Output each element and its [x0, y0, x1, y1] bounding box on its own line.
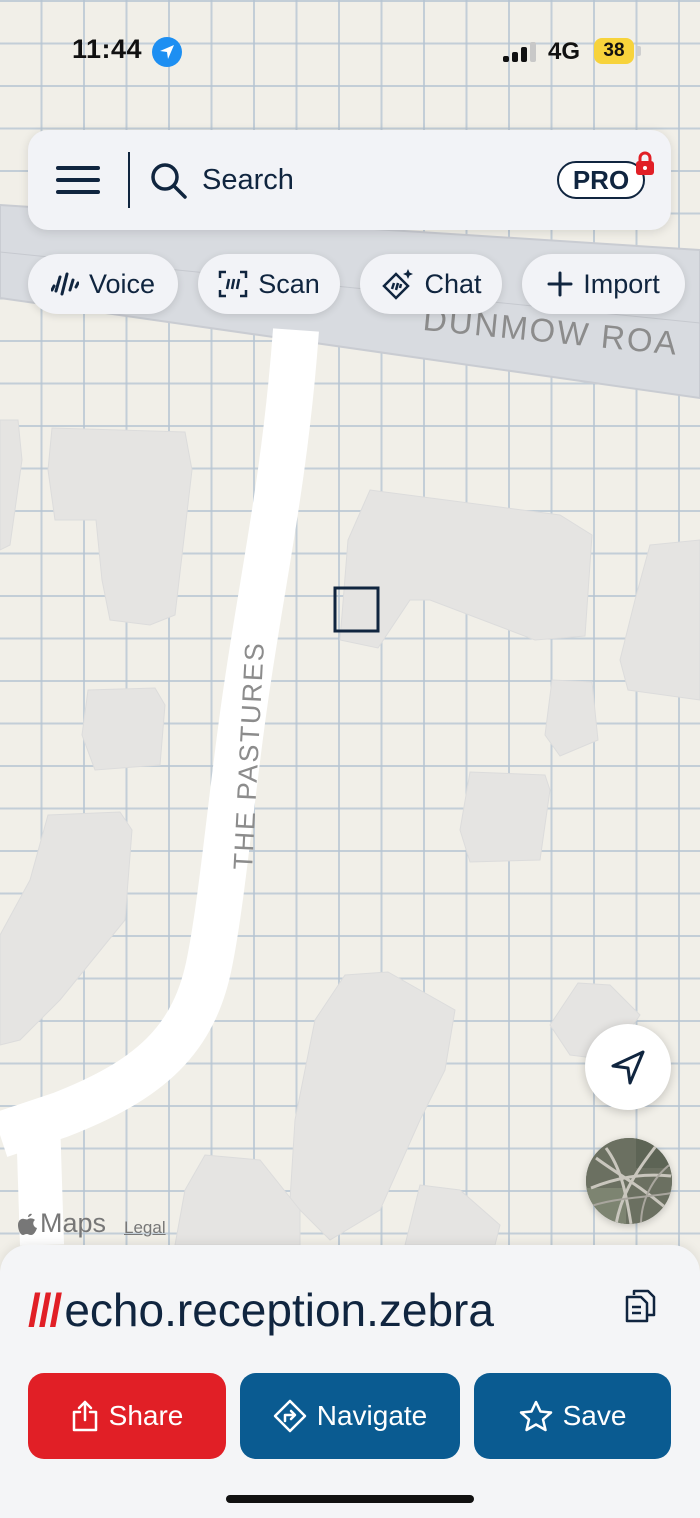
- copy-icon[interactable]: [624, 1287, 656, 1323]
- building: [544, 679, 599, 757]
- location-arrow-icon: [152, 37, 182, 67]
- chip-voice[interactable]: Voice: [28, 254, 178, 314]
- divider: [128, 152, 130, 208]
- chip-chat[interactable]: Chat: [360, 254, 502, 314]
- home-indicator: [226, 1495, 474, 1503]
- chip-import-label: Import: [583, 268, 660, 299]
- lock-icon: [636, 151, 654, 175]
- maps-attribution-label: Maps: [40, 1208, 107, 1238]
- share-button[interactable]: Share: [28, 1373, 226, 1459]
- building: [0, 419, 23, 551]
- star-icon: [519, 1400, 552, 1432]
- navigate-button[interactable]: Navigate: [240, 1373, 460, 1459]
- status-time: 11:44: [72, 34, 143, 64]
- location-arrow-icon: [611, 1050, 645, 1085]
- hamburger-menu-icon[interactable]: [56, 166, 100, 196]
- share-icon: [72, 1400, 97, 1432]
- search-input[interactable]: Search: [202, 164, 294, 197]
- scan-icon: [218, 270, 248, 298]
- building: [404, 1184, 501, 1246]
- network-type: 4G: [548, 38, 581, 65]
- cellular-signal-icon: [503, 40, 539, 62]
- building: [0, 811, 133, 1046]
- navigate-button-label: Navigate: [316, 1400, 428, 1431]
- address-words: echo.reception.zebra: [64, 1284, 494, 1336]
- building: [619, 539, 700, 701]
- chip-voice-label: Voice: [88, 268, 156, 299]
- chip-import[interactable]: Import: [522, 254, 685, 314]
- navigate-icon: [273, 1399, 306, 1433]
- building: [174, 1154, 301, 1246]
- battery-tip: [637, 46, 641, 56]
- search-bar[interactable]: Search PRO: [28, 130, 671, 230]
- save-button[interactable]: Save: [474, 1373, 671, 1459]
- share-button-label: Share: [108, 1400, 184, 1431]
- bottom-sheet: ///echo.reception.zebra Share Navigate S…: [0, 1245, 700, 1518]
- building: [81, 687, 166, 771]
- building: [47, 427, 193, 626]
- save-button-label: Save: [562, 1400, 627, 1431]
- chip-scan-label: Scan: [258, 268, 320, 299]
- pro-badge[interactable]: PRO: [557, 161, 645, 199]
- apple-logo-icon: [18, 1213, 37, 1235]
- plus-icon: [547, 271, 573, 297]
- satellite-view-button[interactable]: [586, 1138, 672, 1224]
- voice-icon: [50, 272, 79, 296]
- chip-scan[interactable]: Scan: [198, 254, 340, 314]
- battery-indicator: 38: [594, 38, 634, 64]
- status-bar: 11:44 4G 38: [0, 0, 700, 100]
- maps-attribution: Maps: [18, 1208, 106, 1239]
- chat-icon: [382, 269, 414, 300]
- what3words-address: ///echo.reception.zebra: [28, 1283, 494, 1337]
- building: [459, 771, 551, 863]
- legal-link[interactable]: Legal: [124, 1218, 166, 1238]
- satellite-thumbnail-icon: [586, 1138, 672, 1224]
- chip-chat-label: Chat: [424, 268, 482, 299]
- address-prefix: ///: [28, 1284, 62, 1336]
- current-location-button[interactable]: [585, 1024, 671, 1110]
- search-icon: [151, 163, 187, 199]
